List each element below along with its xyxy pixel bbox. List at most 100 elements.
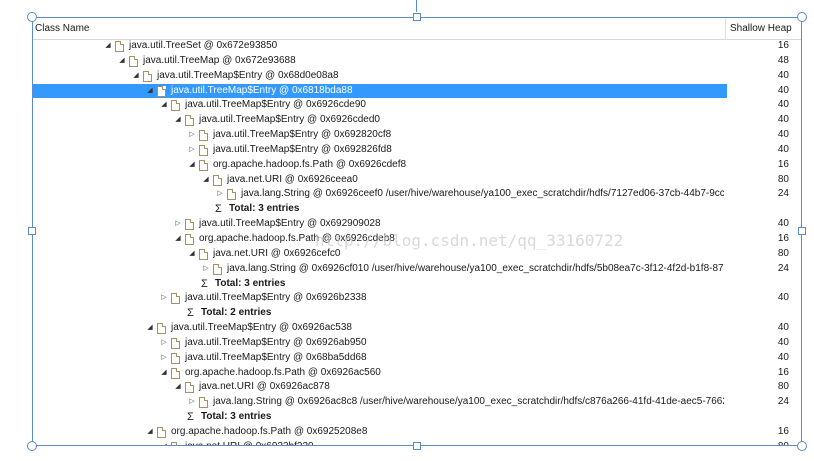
table-row[interactable]: ◢ java.util.TreeSet @ 0x672e93850 16 xyxy=(33,39,801,54)
collapse-toggle-icon[interactable]: ◢ xyxy=(201,173,211,188)
table-row[interactable]: ◢ java.net.URI @ 0x6926ceea0 80 xyxy=(33,173,801,188)
resize-handle-bottom[interactable] xyxy=(413,442,421,450)
class-name-cell: ◢ java.util.TreeSet @ 0x672e93850 xyxy=(33,39,724,54)
collapse-toggle-icon[interactable]: ◢ xyxy=(187,158,197,173)
table-row[interactable]: ◢ org.apache.hadoop.fs.Path @ 0x6926cdef8… xyxy=(33,158,801,173)
class-name-cell: Σ Total: 3 entries xyxy=(33,202,724,217)
table-row[interactable]: ◢ java.util.TreeMap @ 0x672e93688 48 xyxy=(33,54,801,69)
resize-handle-left[interactable] xyxy=(28,227,36,235)
collapse-toggle-icon[interactable]: ◢ xyxy=(145,321,155,336)
expand-toggle-icon[interactable]: ▷ xyxy=(159,291,169,306)
table-row[interactable]: ▷ java.lang.String @ 0x6926cf010 /user/hi… xyxy=(33,262,801,277)
collapse-toggle-icon[interactable]: ◢ xyxy=(117,54,127,69)
row-label: java.util.TreeSet @ 0x672e93850 xyxy=(129,40,278,51)
object-file-icon xyxy=(129,55,138,67)
table-row[interactable]: ◢ org.apache.hadoop.fs.Path @ 0x6926ac560… xyxy=(33,366,801,381)
table-row[interactable]: ▷ java.util.TreeMap$Entry @ 0x6926ab950 40 xyxy=(33,336,801,351)
class-name-cell: ◢ java.net.URI @ 0x6923bf220 xyxy=(33,440,724,445)
watermark: http://blog.csdn.net/qq_33160722 xyxy=(315,231,624,250)
expand-toggle-icon[interactable]: ▷ xyxy=(187,128,197,143)
class-name-cell: ▷ java.util.TreeMap$Entry @ 0x68ba5dd68 xyxy=(33,351,724,366)
sum-icon: Σ xyxy=(215,203,222,216)
table-row[interactable]: ▷ java.lang.String @ 0x6926ceef0 /user/hi… xyxy=(33,187,801,202)
table-row[interactable]: ◢ java.util.TreeMap$Entry @ 0x68d0e08a8 40 xyxy=(33,69,801,84)
collapse-toggle-icon[interactable]: ◢ xyxy=(187,247,197,262)
class-name-cell: ▷ java.util.TreeMap$Entry @ 0x692909028 xyxy=(33,217,724,232)
table-row[interactable]: ◢ java.util.TreeMap$Entry @ 0x6926cde90 40 xyxy=(33,98,801,113)
table-row[interactable]: ▷ java.util.TreeMap$Entry @ 0x692820cf8 40 xyxy=(33,128,801,143)
resize-handle-right[interactable] xyxy=(798,227,806,235)
class-name-cell: ▷ java.util.TreeMap$Entry @ 0x6926b2338 xyxy=(33,291,724,306)
collapse-toggle-icon[interactable]: ◢ xyxy=(131,69,141,84)
expand-toggle-icon[interactable]: ▷ xyxy=(187,395,197,410)
table-header: Class Name Shallow Heap xyxy=(33,18,801,40)
row-label: java.util.TreeMap$Entry @ 0x6926cded0 xyxy=(199,114,380,126)
collapse-toggle-icon[interactable]: ◢ xyxy=(145,425,155,440)
total-row[interactable]: Σ Total: 3 entries xyxy=(33,202,801,217)
row-label: java.util.TreeMap$Entry @ 0x6926b2338 xyxy=(185,292,367,304)
class-name-cell: Σ Total: 2 entries xyxy=(33,306,724,321)
expand-toggle-icon[interactable]: ▷ xyxy=(187,143,197,158)
resize-handle-top-left[interactable] xyxy=(27,12,37,22)
expand-toggle-icon[interactable]: ▷ xyxy=(159,351,169,366)
row-label: java.util.TreeMap$Entry @ 0x6926ac538 xyxy=(171,322,352,334)
total-row[interactable]: Σ Total: 3 entries xyxy=(33,277,801,292)
class-name-cell: ◢ java.util.TreeMap$Entry @ 0x6926cded0 xyxy=(33,113,724,128)
column-header-class-name[interactable]: Class Name xyxy=(33,18,726,39)
shallow-heap-cell: 40 xyxy=(777,114,789,126)
table-row[interactable]: ◢ org.apache.hadoop.fs.Path @ 0x6925208e8… xyxy=(33,425,801,440)
shallow-heap-cell xyxy=(727,410,801,425)
total-row[interactable]: Σ Total: 2 entries xyxy=(33,306,801,321)
resize-handle-bottom-right[interactable] xyxy=(797,441,807,451)
table-row[interactable]: ▷ java.util.TreeMap$Entry @ 0x692909028 40 xyxy=(33,217,801,232)
row-label: java.util.TreeMap @ 0x672e93688 xyxy=(143,54,296,66)
class-name-cell: ◢ java.util.TreeMap$Entry @ 0x68d0e08a8 xyxy=(33,69,724,84)
shallow-heap-cell xyxy=(727,306,801,321)
expand-toggle-icon[interactable]: ▷ xyxy=(201,262,211,277)
expand-toggle-icon[interactable]: ▷ xyxy=(215,187,225,202)
table-row[interactable]: ◢ java.util.TreeMap$Entry @ 0x6926ac538 40 xyxy=(33,321,801,336)
object-file-icon xyxy=(185,115,194,127)
table-row[interactable]: ◢ java.util.TreeMap$Entry @ 0x6818bda88 40 xyxy=(33,83,801,99)
collapse-toggle-icon[interactable]: ◢ xyxy=(173,113,183,128)
collapse-toggle-icon[interactable]: ◢ xyxy=(159,440,169,445)
row-label: Total: 3 entries xyxy=(201,411,272,423)
collapse-toggle-icon[interactable]: ◢ xyxy=(159,98,169,113)
expand-toggle-icon[interactable]: ▷ xyxy=(159,336,169,351)
collapse-toggle-icon[interactable]: ◢ xyxy=(173,380,183,395)
class-name-cell: ▷ java.util.TreeMap$Entry @ 0x692820cf8 xyxy=(33,128,724,143)
shallow-heap-cell: 40 xyxy=(777,292,789,304)
resize-handle-top[interactable] xyxy=(413,13,421,21)
row-label: Total: 3 entries xyxy=(215,277,286,289)
resize-handle-top-right[interactable] xyxy=(797,12,807,22)
collapse-toggle-icon[interactable]: ◢ xyxy=(145,84,155,99)
table-row[interactable]: ▷ java.lang.String @ 0x6926ac8c8 /user/hi… xyxy=(33,395,801,410)
shallow-heap-cell: 24 xyxy=(777,188,789,200)
shallow-heap-cell: 80 xyxy=(777,381,789,393)
object-file-icon xyxy=(185,382,194,394)
row-label: java.lang.String @ 0x6926ceef0 /user/hiv… xyxy=(241,188,724,200)
table-row[interactable]: ▷ java.util.TreeMap$Entry @ 0x692826fd8 40 xyxy=(33,143,801,158)
table-row[interactable]: ▷ java.util.TreeMap$Entry @ 0x6926b2338 40 xyxy=(33,291,801,306)
row-label: java.util.TreeMap$Entry @ 0x68d0e08a8 xyxy=(157,69,339,81)
class-name-cell: ▷ java.lang.String @ 0x6926cf010 /user/hi… xyxy=(33,262,724,277)
object-file-icon xyxy=(157,426,166,438)
column-header-shallow-heap[interactable]: Shallow Heap xyxy=(727,18,801,39)
total-row[interactable]: Σ Total: 3 entries xyxy=(33,410,801,425)
collapse-toggle-icon[interactable]: ◢ xyxy=(159,366,169,381)
collapse-toggle-icon[interactable]: ◢ xyxy=(103,39,113,54)
table-row[interactable]: ▷ java.util.TreeMap$Entry @ 0x68ba5dd68 40 xyxy=(33,351,801,366)
object-file-icon xyxy=(171,367,180,379)
shallow-heap-cell: 16 xyxy=(777,40,789,51)
object-file-icon xyxy=(157,85,166,97)
object-file-icon xyxy=(199,248,208,260)
table-row[interactable]: ◢ java.net.URI @ 0x6926ac878 80 xyxy=(33,380,801,395)
row-label: java.util.TreeMap$Entry @ 0x692820cf8 xyxy=(213,129,392,141)
table-row[interactable]: ◢ java.util.TreeMap$Entry @ 0x6926cded0 40 xyxy=(33,113,801,128)
row-label: java.util.TreeMap$Entry @ 0x6926ab950 xyxy=(185,336,367,348)
resize-handle-bottom-left[interactable] xyxy=(27,441,37,451)
object-file-icon xyxy=(171,293,180,305)
class-name-cell: ◢ org.apache.hadoop.fs.Path @ 0x6926ac560 xyxy=(33,366,724,381)
collapse-toggle-icon[interactable]: ◢ xyxy=(173,232,183,247)
expand-toggle-icon[interactable]: ▷ xyxy=(173,217,183,232)
